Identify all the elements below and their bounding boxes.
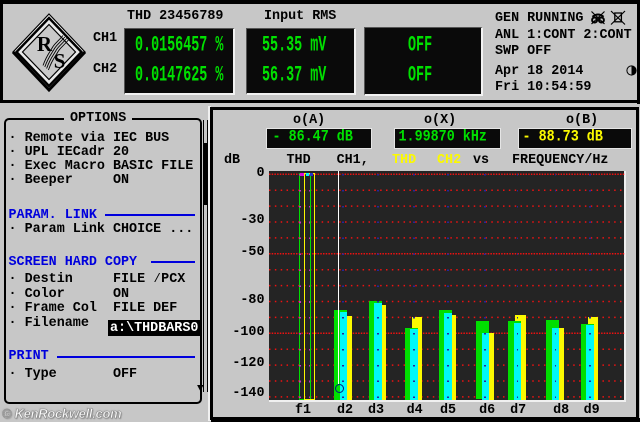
- svg-text:S: S: [54, 49, 66, 73]
- svg-text:R: R: [37, 32, 53, 56]
